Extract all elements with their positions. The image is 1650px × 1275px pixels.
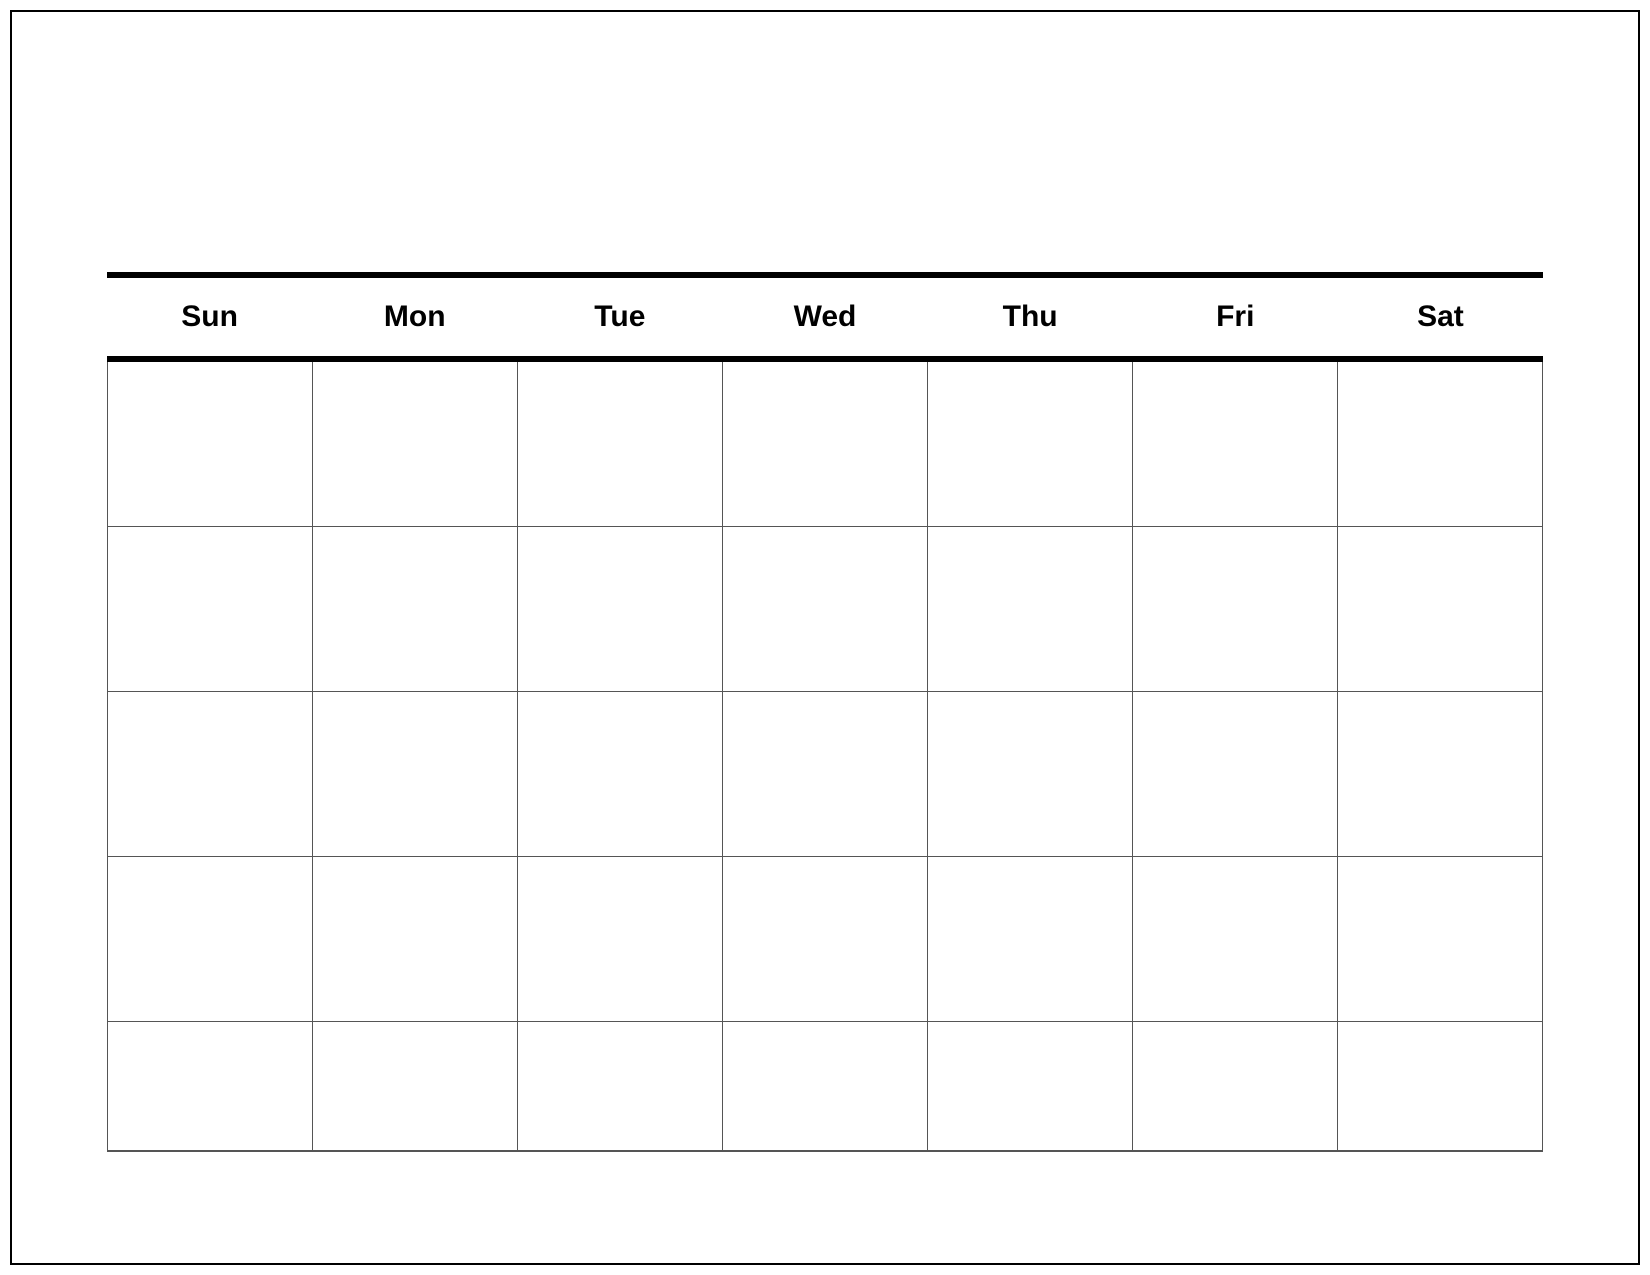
calendar-cell: [723, 527, 928, 692]
calendar-cell: [313, 692, 518, 857]
calendar-cell: [313, 527, 518, 692]
day-header-wed: Wed: [722, 278, 927, 356]
calendar-cell: [107, 857, 313, 1022]
calendar-cell: [1133, 362, 1338, 527]
calendar-cell: [723, 692, 928, 857]
calendar-cell: [1338, 1022, 1543, 1152]
calendar-cell: [518, 527, 723, 692]
calendar-row: [107, 1022, 1543, 1152]
calendar-header-row: Sun Mon Tue Wed Thu Fri Sat: [107, 272, 1543, 362]
calendar-cell: [313, 362, 518, 527]
calendar-cell: [928, 362, 1133, 527]
page-frame: Sun Mon Tue Wed Thu Fri Sat: [10, 10, 1640, 1265]
calendar-row: [107, 857, 1543, 1022]
calendar-cell: [518, 1022, 723, 1152]
calendar-cell: [928, 1022, 1133, 1152]
calendar-cell: [723, 857, 928, 1022]
calendar-cell: [518, 692, 723, 857]
calendar-cell: [1338, 857, 1543, 1022]
calendar-cell: [1133, 1022, 1338, 1152]
calendar-cell: [1338, 692, 1543, 857]
calendar-cell: [928, 527, 1133, 692]
calendar-row: [107, 527, 1543, 692]
day-header-fri: Fri: [1133, 278, 1338, 356]
calendar: Sun Mon Tue Wed Thu Fri Sat: [107, 272, 1543, 1152]
calendar-cell: [1133, 692, 1338, 857]
calendar-row: [107, 692, 1543, 857]
calendar-cell: [107, 1022, 313, 1152]
calendar-cell: [107, 692, 313, 857]
calendar-cell: [1133, 527, 1338, 692]
day-header-sat: Sat: [1338, 278, 1543, 356]
day-header-sun: Sun: [107, 278, 312, 356]
calendar-cell: [723, 362, 928, 527]
calendar-cell: [1338, 527, 1543, 692]
calendar-cell: [518, 857, 723, 1022]
calendar-cell: [107, 527, 313, 692]
calendar-cell: [313, 857, 518, 1022]
calendar-grid: [107, 362, 1543, 1152]
calendar-cell: [928, 692, 1133, 857]
calendar-cell: [107, 362, 313, 527]
calendar-cell: [1133, 857, 1338, 1022]
calendar-cell: [518, 362, 723, 527]
calendar-cell: [313, 1022, 518, 1152]
calendar-row: [107, 362, 1543, 527]
calendar-cell: [723, 1022, 928, 1152]
day-header-thu: Thu: [928, 278, 1133, 356]
day-header-mon: Mon: [312, 278, 517, 356]
day-header-tue: Tue: [517, 278, 722, 356]
calendar-cell: [1338, 362, 1543, 527]
calendar-cell: [928, 857, 1133, 1022]
